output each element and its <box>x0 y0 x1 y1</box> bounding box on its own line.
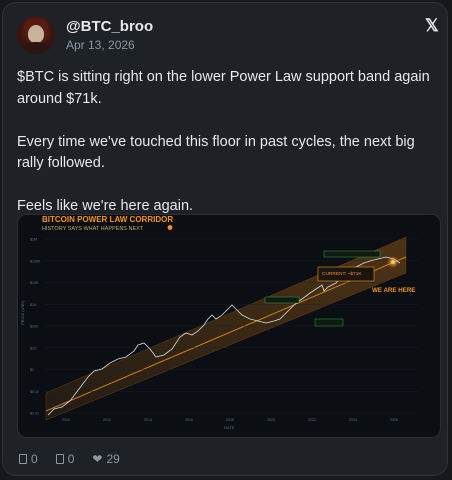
user-name[interactable]: @BTC_broo <box>66 18 153 35</box>
subtitle-dot-icon <box>167 225 173 230</box>
tweet-text: $BTC is sitting right on the lower Power… <box>17 69 430 214</box>
cycle-low-tag <box>314 318 344 327</box>
post-date[interactable]: Apr 13, 2026 <box>66 38 135 52</box>
y-tick-label: $100K <box>30 259 41 263</box>
x-tick-label: 2016 <box>185 418 193 422</box>
action-bar: 0 0 ❤ 29 <box>19 452 120 466</box>
y-tick-label: $0.01 <box>30 412 39 416</box>
x-axis-label: DATE <box>224 425 235 430</box>
heart-icon: ❤ <box>92 452 103 466</box>
cycle-high-tag <box>323 250 381 258</box>
y-tick-label: $1M <box>30 238 37 242</box>
comment-icon <box>19 454 27 464</box>
repost-count: 0 <box>67 452 75 466</box>
x-tick-label: 2024 <box>349 418 357 422</box>
we-are-here-label: WE ARE HERE <box>372 287 415 294</box>
cycle-tag <box>264 296 300 304</box>
like-button[interactable]: ❤ 29 <box>92 452 119 466</box>
repost-button[interactable]: 0 <box>55 452 75 466</box>
y-tick-label: $10K <box>30 281 39 285</box>
y-tick-label: $1 <box>30 368 34 372</box>
x-tick-label: 2022 <box>308 418 316 422</box>
current-price-label: CURRENT: ~$71K <box>322 271 362 277</box>
like-count: 29 <box>106 452 120 466</box>
x-tick-label: 2020 <box>267 418 275 422</box>
avatar[interactable] <box>17 16 55 54</box>
chart-image[interactable]: $1M $100K $10K $1K $100 $10 $1 $0.10 $0.01 2010 2… <box>17 214 441 438</box>
y-axis-label: PRICE (USD) <box>20 300 25 325</box>
x-logo-icon[interactable]: 𝕏 <box>425 16 439 36</box>
y-tick-label: $100 <box>30 325 38 329</box>
x-tick-label: 2012 <box>103 418 111 422</box>
y-tick-label: $0.10 <box>30 390 39 394</box>
x-tick-label: 2026 <box>390 418 398 422</box>
reply-count: 0 <box>31 452 38 466</box>
y-tick-label: $10 <box>30 346 36 350</box>
current-price-marker <box>391 260 395 264</box>
x-tick-label: 2010 <box>62 418 70 422</box>
chart-title: BITCOIN POWER LAW CORRIDOR <box>42 215 173 224</box>
reply-button[interactable]: 0 <box>19 452 38 466</box>
repost-icon <box>55 454 64 464</box>
x-tick-label: 2014 <box>144 418 152 422</box>
tweet-card: @BTC_broo Apr 13, 2026 𝕏 $BTC is sitting… <box>2 2 448 476</box>
chart-subtitle: HISTORY SAYS WHAT HAPPENS NEXT <box>42 226 144 232</box>
x-tick-label: 2018 <box>226 418 234 422</box>
y-tick-label: $1K <box>30 303 37 307</box>
